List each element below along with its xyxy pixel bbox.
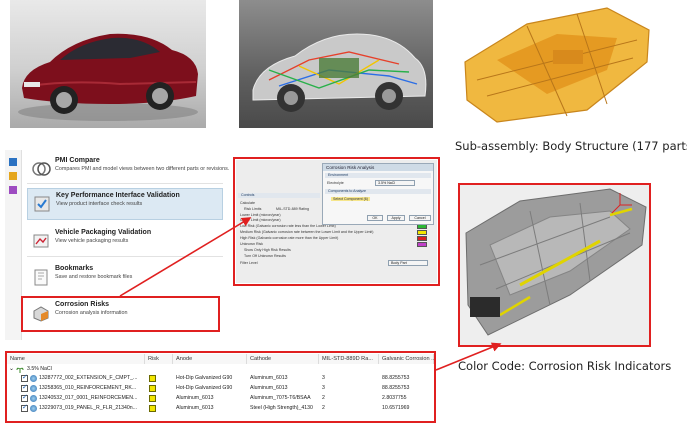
menu-item-title: Vehicle Packaging Validation xyxy=(55,229,152,236)
car-exterior-render xyxy=(10,0,206,128)
menu-item-subtitle: Compares PMI and model views between two… xyxy=(55,166,230,172)
bookmark-icon xyxy=(31,267,51,287)
menu-item-subtitle: View product interface check results xyxy=(56,201,143,207)
kpi-validation-icon xyxy=(32,194,52,214)
pmi-compare-icon xyxy=(31,159,51,179)
vehicle-packaging-icon xyxy=(31,231,51,251)
viewport-highlight xyxy=(458,183,651,347)
menu-item-subtitle: View vehicle packaging results xyxy=(55,238,129,244)
corrosion-risks-highlight xyxy=(21,296,220,332)
menu-item-kpi-validation[interactable]: Key Performance Interface Validation Vie… xyxy=(27,188,223,220)
color-code-caption: Color Code: Corrosion Risk Indicators xyxy=(458,359,672,373)
body-structure-caption: Sub-assembly: Body Structure (177 parts) xyxy=(455,139,687,153)
menu-icon-strip xyxy=(5,150,22,340)
car-xray-render xyxy=(239,0,433,128)
dialog-highlight xyxy=(233,157,440,286)
menu-item-title: Bookmarks xyxy=(55,265,94,272)
body-structure-render xyxy=(457,0,655,128)
menu-item-pmi-compare[interactable]: PMI Compare Compares PMI and model views… xyxy=(27,154,230,176)
menu-item-bookmarks[interactable]: Bookmarks Save and restore bookmark file… xyxy=(27,262,223,286)
menu-item-subtitle: Save and restore bookmark files xyxy=(55,274,133,280)
menu-item-title: Key Performance Interface Validation xyxy=(56,192,180,199)
menu-item-vehicle-packaging[interactable]: Vehicle Packaging Validation View vehicl… xyxy=(27,226,223,248)
table-highlight xyxy=(5,351,436,423)
menu-item-title: PMI Compare xyxy=(55,157,100,164)
